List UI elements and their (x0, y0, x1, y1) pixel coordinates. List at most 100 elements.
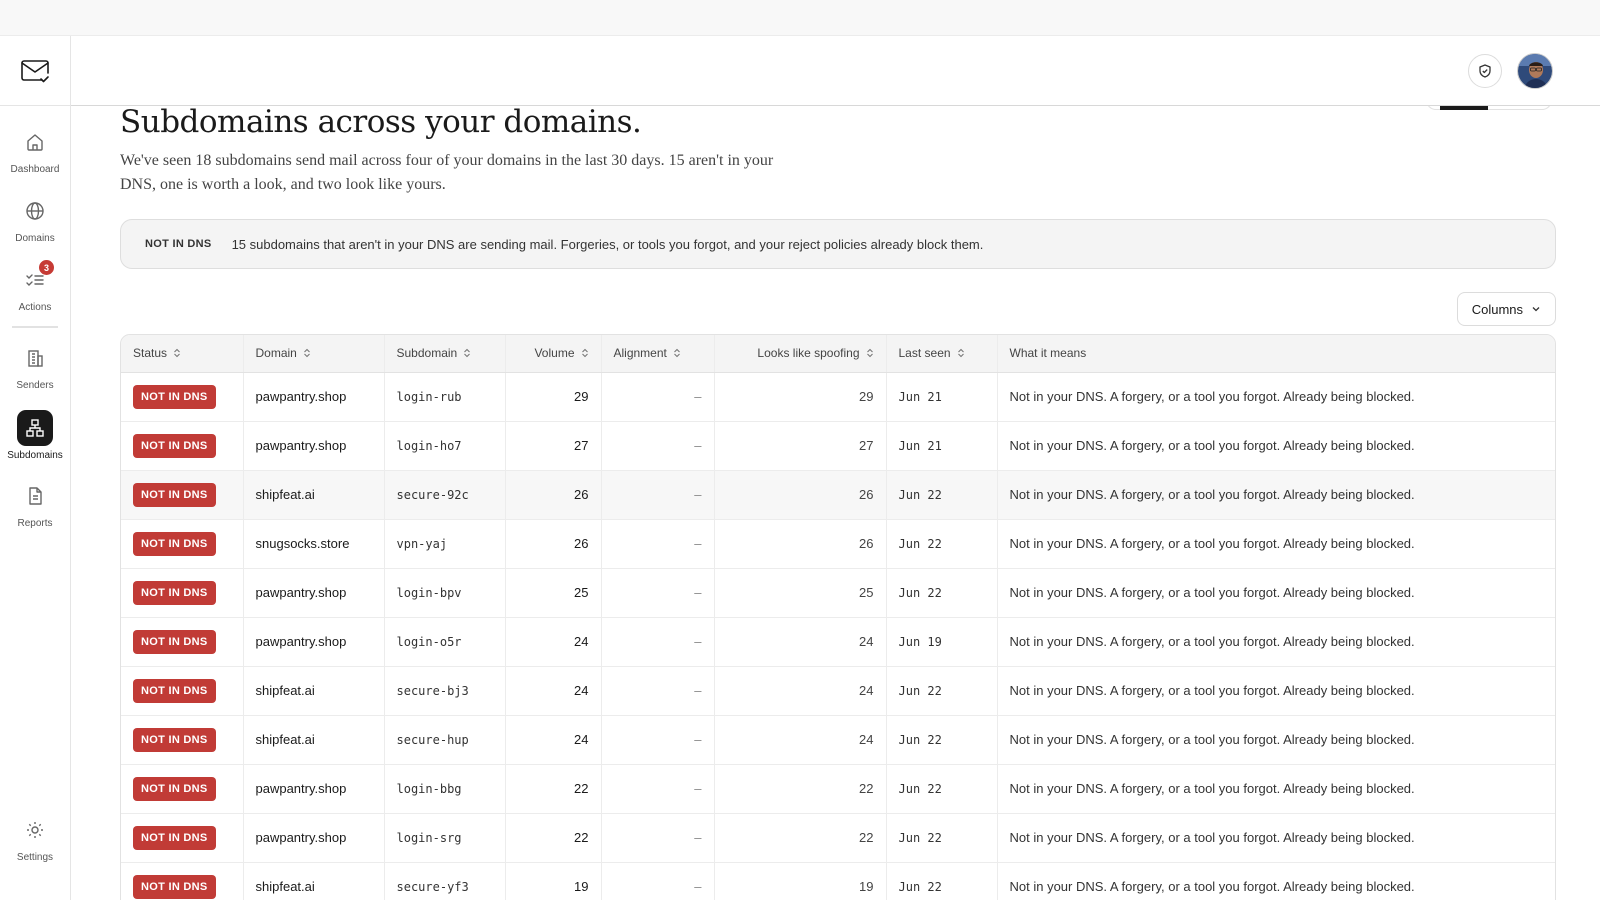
status-badge: NOT IN DNS (133, 825, 216, 850)
cell-value: snugsocks.store (255, 536, 350, 551)
cell-value: 26 (574, 536, 589, 551)
cell-value: shipfeat.ai (255, 487, 315, 502)
cell-value: 29 (574, 389, 589, 404)
column-header-last-seen[interactable]: Last seen (886, 335, 998, 373)
column-header-label: Volume (534, 345, 575, 360)
cell-value: Not in your DNS. A forgery, or a tool yo… (1009, 536, 1415, 551)
sidebar-item-reports[interactable]: Reports (0, 478, 70, 538)
cell-status: NOT IN DNS (121, 470, 244, 520)
table-row[interactable]: NOT IN DNS shipfeat.ai secure-hup 24 – 24 Jun … (121, 715, 1555, 765)
cell-domain: pawpantry.shop (243, 568, 385, 618)
column-header-meaning[interactable]: What it means (997, 335, 1555, 373)
column-header-volume[interactable]: Volume (505, 335, 602, 373)
table-row[interactable]: NOT IN DNS pawpantry.shop login-o5r 24 – 24 Ju… (121, 617, 1555, 667)
sidebar-item-settings[interactable]: Settings (0, 812, 70, 872)
table-row[interactable]: NOT IN DNS shipfeat.ai secure-92c 26 – 26 Jun … (121, 470, 1555, 520)
cell-value: pawpantry.shop (255, 830, 347, 845)
status-badge: NOT IN DNS (133, 874, 216, 899)
sort-icon[interactable] (673, 347, 681, 361)
cell-spoofing: 24 (714, 715, 887, 765)
cell-alignment: – (601, 617, 715, 667)
sort-icon[interactable] (866, 347, 874, 361)
banner-text: 15 subdomains that aren't in your DNS ar… (231, 236, 984, 252)
table-row[interactable]: NOT IN DNS pawpantry.shop login-rub 29 – 29 Ju… (121, 372, 1555, 422)
table-row[interactable]: NOT IN DNS shipfeat.ai secure-bj3 24 – 24 Jun … (121, 666, 1555, 716)
cell-subdomain: login-bpv (384, 568, 506, 618)
user-avatar[interactable] (1517, 53, 1553, 89)
column-header-spoofing[interactable]: Looks like spoofing (714, 335, 887, 373)
cell-value: secure-yf3 (396, 879, 469, 894)
sort-icon[interactable] (581, 347, 589, 361)
table-row[interactable]: NOT IN DNS pawpantry.shop login-bbg 22 – 22 Ju… (121, 764, 1555, 814)
cell-value: 26 (574, 487, 589, 502)
chevron-down-icon (1532, 307, 1540, 312)
table-row[interactable]: NOT IN DNS snugsocks.store vpn-yaj 26 – 26 Jun… (121, 519, 1555, 569)
cell-domain: shipfeat.ai (243, 666, 385, 716)
cell-value: Jun 22 (898, 683, 942, 698)
top-header (71, 36, 1600, 106)
cell-value: – (694, 634, 702, 649)
sidebar-item-domains[interactable]: Domains (0, 193, 70, 253)
cell-value: – (694, 781, 702, 796)
cell-status: NOT IN DNS (121, 568, 244, 618)
sidebar-item-dashboard[interactable]: Dashboard (0, 124, 70, 184)
cell-value: login-bpv (396, 585, 462, 600)
cell-value: 25 (859, 585, 874, 600)
cell-last-seen: Jun 22 (886, 470, 998, 520)
security-button[interactable] (1468, 54, 1502, 88)
cell-last-seen: Jun 19 (886, 617, 998, 667)
cell-subdomain: login-o5r (384, 617, 506, 667)
sidebar-divider (12, 326, 58, 328)
cell-value: Not in your DNS. A forgery, or a tool yo… (1009, 585, 1415, 600)
cell-value: Not in your DNS. A forgery, or a tool yo… (1009, 438, 1415, 453)
cell-status: NOT IN DNS (121, 519, 244, 569)
sidebar-item-subdomains[interactable]: Subdomains (0, 410, 70, 470)
cell-volume: 27 (505, 421, 602, 471)
cell-value: 24 (859, 683, 874, 698)
cell-value: 24 (574, 732, 589, 747)
column-header-status[interactable]: Status (121, 335, 244, 373)
status-badge: NOT IN DNS (133, 678, 216, 703)
cell-volume: 25 (505, 568, 602, 618)
column-header-alignment[interactable]: Alignment (601, 335, 715, 373)
cell-volume: 24 (505, 715, 602, 765)
cell-value: Jun 22 (898, 732, 942, 747)
sort-icon[interactable] (173, 347, 181, 361)
cell-spoofing: 26 (714, 519, 887, 569)
sidebar: Dashboard Domains 3 Actions Senders Subd… (0, 36, 71, 900)
app-logo[interactable] (0, 36, 70, 106)
cell-value: Not in your DNS. A forgery, or a tool yo… (1009, 487, 1415, 502)
not-in-dns-banner: NOT IN DNS 15 subdomains that aren't in … (120, 219, 1556, 269)
sidebar-item-label: Settings (16, 852, 54, 863)
sort-icon[interactable] (463, 347, 471, 361)
table-row[interactable]: NOT IN DNS shipfeat.ai secure-yf3 19 – 19 Jun … (121, 862, 1555, 900)
column-header-label: What it means (1009, 346, 1087, 361)
subdomains-table: Status Domain Subdomain Volume Alignment Look… (120, 334, 1556, 900)
page-title: Subdomains across your domains. (120, 104, 642, 140)
cell-value: – (694, 585, 702, 600)
table-row[interactable]: NOT IN DNS pawpantry.shop login-srg 22 – 22 Ju… (121, 813, 1555, 863)
cell-value: – (694, 683, 702, 698)
cell-value: – (694, 438, 702, 453)
cell-value: Not in your DNS. A forgery, or a tool yo… (1009, 830, 1415, 845)
column-header-subdomain[interactable]: Subdomain (384, 335, 506, 373)
cell-status: NOT IN DNS (121, 372, 244, 422)
sort-icon[interactable] (957, 347, 965, 361)
column-header-domain[interactable]: Domain (243, 335, 385, 373)
cell-value: login-o5r (396, 634, 462, 649)
cell-last-seen: Jun 22 (886, 764, 998, 814)
cell-subdomain: login-rub (384, 372, 506, 422)
cell-alignment: – (601, 764, 715, 814)
sidebar-item-actions[interactable]: 3 Actions (0, 260, 70, 322)
status-badge: NOT IN DNS (133, 433, 216, 458)
sort-icon[interactable] (303, 347, 311, 361)
columns-button[interactable]: Columns (1456, 292, 1556, 326)
cell-value: secure-bj3 (396, 683, 469, 698)
table-row[interactable]: NOT IN DNS pawpantry.shop login-bpv 25 – 25 Ju… (121, 568, 1555, 618)
cell-value: pawpantry.shop (255, 389, 347, 404)
sidebar-item-senders[interactable]: Senders (0, 340, 70, 400)
cell-last-seen: Jun 21 (886, 372, 998, 422)
table-row[interactable]: NOT IN DNS pawpantry.shop login-ho7 27 – 27 Ju… (121, 421, 1555, 471)
cell-domain: shipfeat.ai (243, 470, 385, 520)
cell-status: NOT IN DNS (121, 764, 244, 814)
